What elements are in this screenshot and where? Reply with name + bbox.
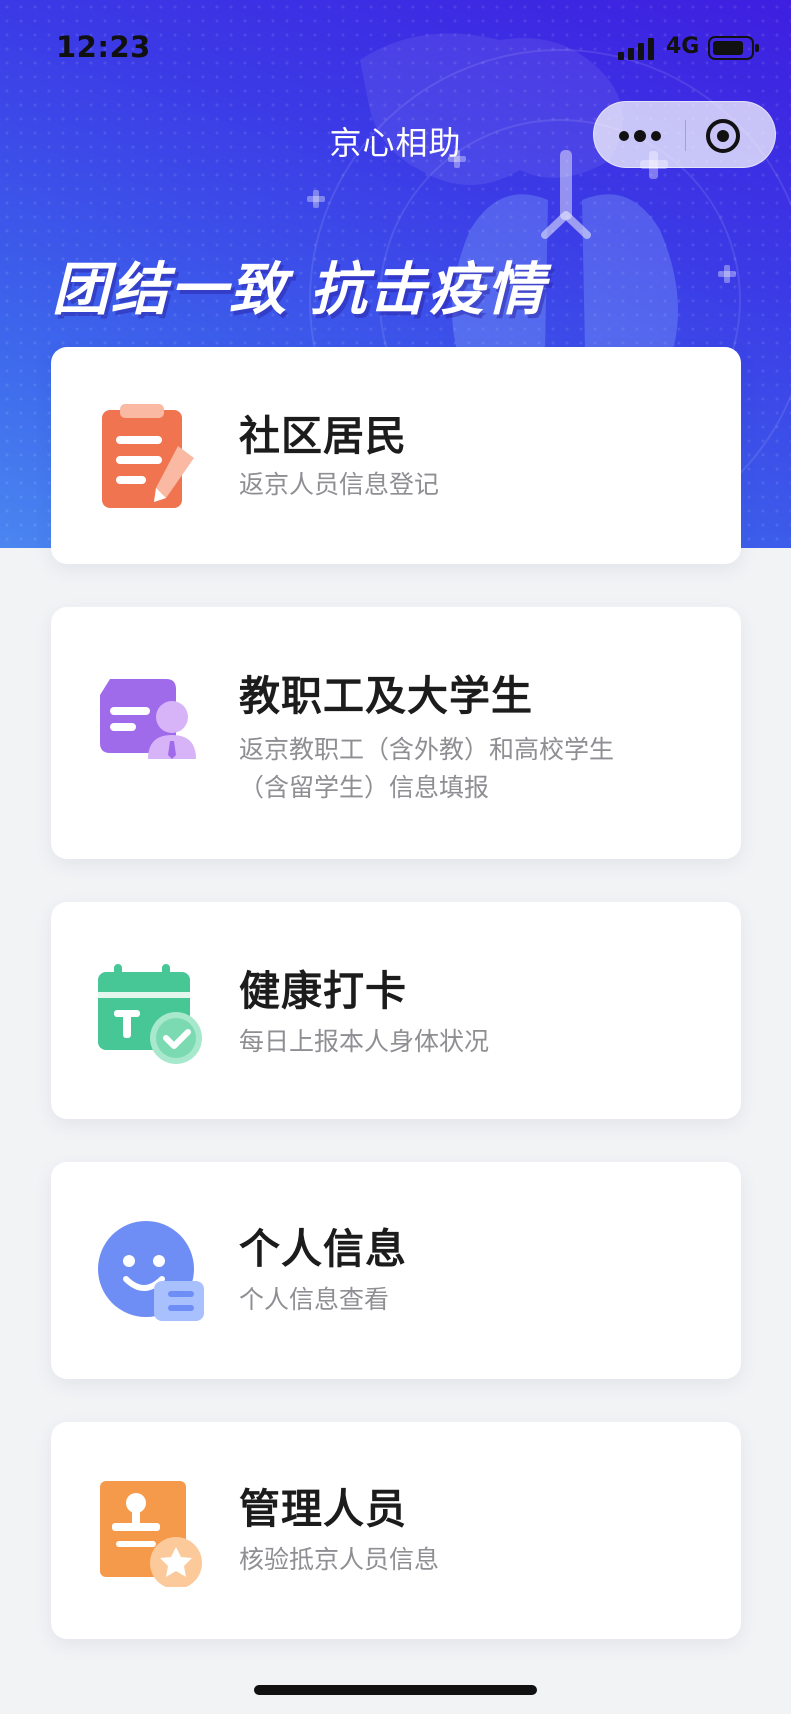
status-time: 12:23 <box>56 30 151 64</box>
network-type: 4G <box>666 34 700 59</box>
card-title: 个人信息 <box>239 1225 407 1273</box>
card-health-checkin[interactable]: 健康打卡 每日上报本人身体状况 <box>51 902 741 1119</box>
calendar-check-icon <box>98 964 202 1064</box>
card-description: 核验抵京人员信息 <box>239 1545 440 1574</box>
card-title: 健康打卡 <box>239 967 407 1015</box>
home-indicator[interactable] <box>254 1685 537 1695</box>
card-description: 每日上报本人身体状况 <box>239 1027 490 1056</box>
card-title: 教职工及大学生 <box>239 672 533 720</box>
card-personal-info[interactable]: 个人信息 个人信息查看 <box>51 1162 741 1379</box>
miniprogram-capsule <box>593 101 776 168</box>
more-button[interactable] <box>594 102 685 169</box>
stamp-star-icon <box>100 1481 202 1587</box>
card-description-line: （含留学生）信息填报 <box>239 773 490 802</box>
card-administrators[interactable]: 管理人员 核验抵京人员信息 <box>51 1422 741 1639</box>
more-dots-icon <box>619 130 661 142</box>
card-description: 返京教职工（含外教）和高校学生 （含留学生）信息填报 <box>239 731 709 807</box>
card-description: 个人信息查看 <box>239 1285 390 1314</box>
card-faculty-students[interactable]: 教职工及大学生 返京教职工（含外教）和高校学生 （含留学生）信息填报 <box>51 607 741 859</box>
target-close-icon <box>706 119 740 153</box>
id-card-person-icon <box>100 679 196 759</box>
status-bar: 12:23 4G <box>0 0 791 96</box>
card-community-residents[interactable]: 社区居民 返京人员信息登记 <box>51 347 741 564</box>
battery-icon <box>708 36 759 60</box>
banner-slogan: 团结一致 抗击疫情 <box>52 257 546 323</box>
card-description: 返京人员信息登记 <box>239 470 440 499</box>
card-title: 管理人员 <box>239 1485 407 1533</box>
clipboard-pen-icon <box>102 404 194 508</box>
card-title: 社区居民 <box>239 412 407 460</box>
signal-strength-icon <box>618 38 654 60</box>
close-miniprogram-button[interactable] <box>686 102 777 169</box>
card-description-line: 返京教职工（含外教）和高校学生 <box>239 735 615 764</box>
smiley-face-icon <box>98 1221 204 1321</box>
